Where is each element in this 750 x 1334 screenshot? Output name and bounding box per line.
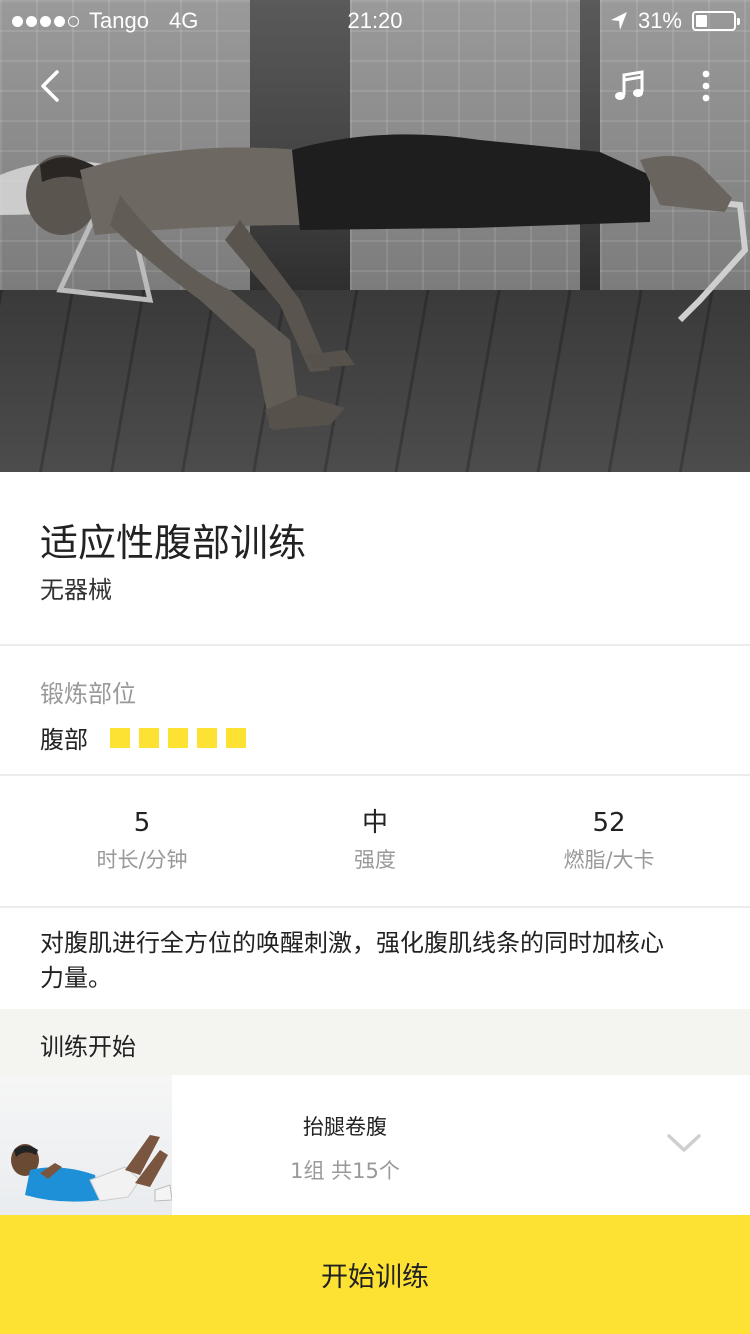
section-title: 训练开始 xyxy=(40,1033,136,1061)
music-button[interactable] xyxy=(608,64,652,108)
more-vertical-icon xyxy=(702,70,710,102)
target-area-label: 锻炼部位 xyxy=(40,680,136,708)
stat-calories: 52 燃脂/大卡 xyxy=(484,806,734,874)
exercise-list-item[interactable]: 抬腿卷腹 1组 共15个 xyxy=(0,1075,750,1215)
more-options-button[interactable] xyxy=(684,64,728,108)
start-training-button[interactable]: 开始训练 xyxy=(0,1215,750,1334)
target-area-section: 锻炼部位 腹部 xyxy=(0,646,750,776)
stat-label: 燃脂/大卡 xyxy=(563,848,655,872)
exercise-name: 抬腿卷腹 xyxy=(303,1115,387,1139)
battery-percent: 31% xyxy=(637,8,682,33)
level-square xyxy=(110,727,130,748)
stat-value: 52 xyxy=(592,808,626,838)
battery-icon xyxy=(692,11,740,31)
stats-row: 5 时长/分钟 中 强度 52 燃脂/大卡 xyxy=(0,776,750,908)
course-header: 适应性腹部训练 无器械 xyxy=(0,472,750,646)
target-intensity-level xyxy=(110,727,255,748)
expand-button[interactable] xyxy=(664,1129,704,1159)
stat-value: 中 xyxy=(361,808,388,838)
course-equipment: 无器械 xyxy=(40,576,112,604)
course-description: 对腹肌进行全方位的唤醒刺激，强化腹肌线条的同时加核心力量。 xyxy=(40,929,664,992)
chevron-left-icon xyxy=(41,70,59,102)
stat-intensity: 中 强度 xyxy=(250,806,500,874)
status-bar: Tango 4G 21:20 31% xyxy=(0,0,750,40)
hero-image: Tango 4G 21:20 31% xyxy=(0,0,750,472)
level-square xyxy=(139,727,159,748)
target-area-value: 腹部 xyxy=(40,726,88,754)
level-square xyxy=(226,727,246,748)
location-arrow-icon xyxy=(610,12,627,30)
level-square xyxy=(197,727,217,748)
stat-label: 时长/分钟 xyxy=(96,848,188,872)
stat-duration: 5 时长/分钟 xyxy=(17,806,267,874)
exercise-sets: 1组 共15个 xyxy=(290,1159,400,1183)
chevron-down-icon xyxy=(667,1134,701,1152)
section-header: 训练开始 xyxy=(0,1009,750,1075)
music-note-icon xyxy=(615,70,644,100)
exercise-thumbnail xyxy=(0,1075,172,1215)
level-square xyxy=(168,727,188,748)
course-title: 适应性腹部训练 xyxy=(40,521,307,565)
back-button[interactable] xyxy=(28,64,72,108)
stat-label: 强度 xyxy=(354,848,396,872)
stat-value: 5 xyxy=(133,808,151,838)
